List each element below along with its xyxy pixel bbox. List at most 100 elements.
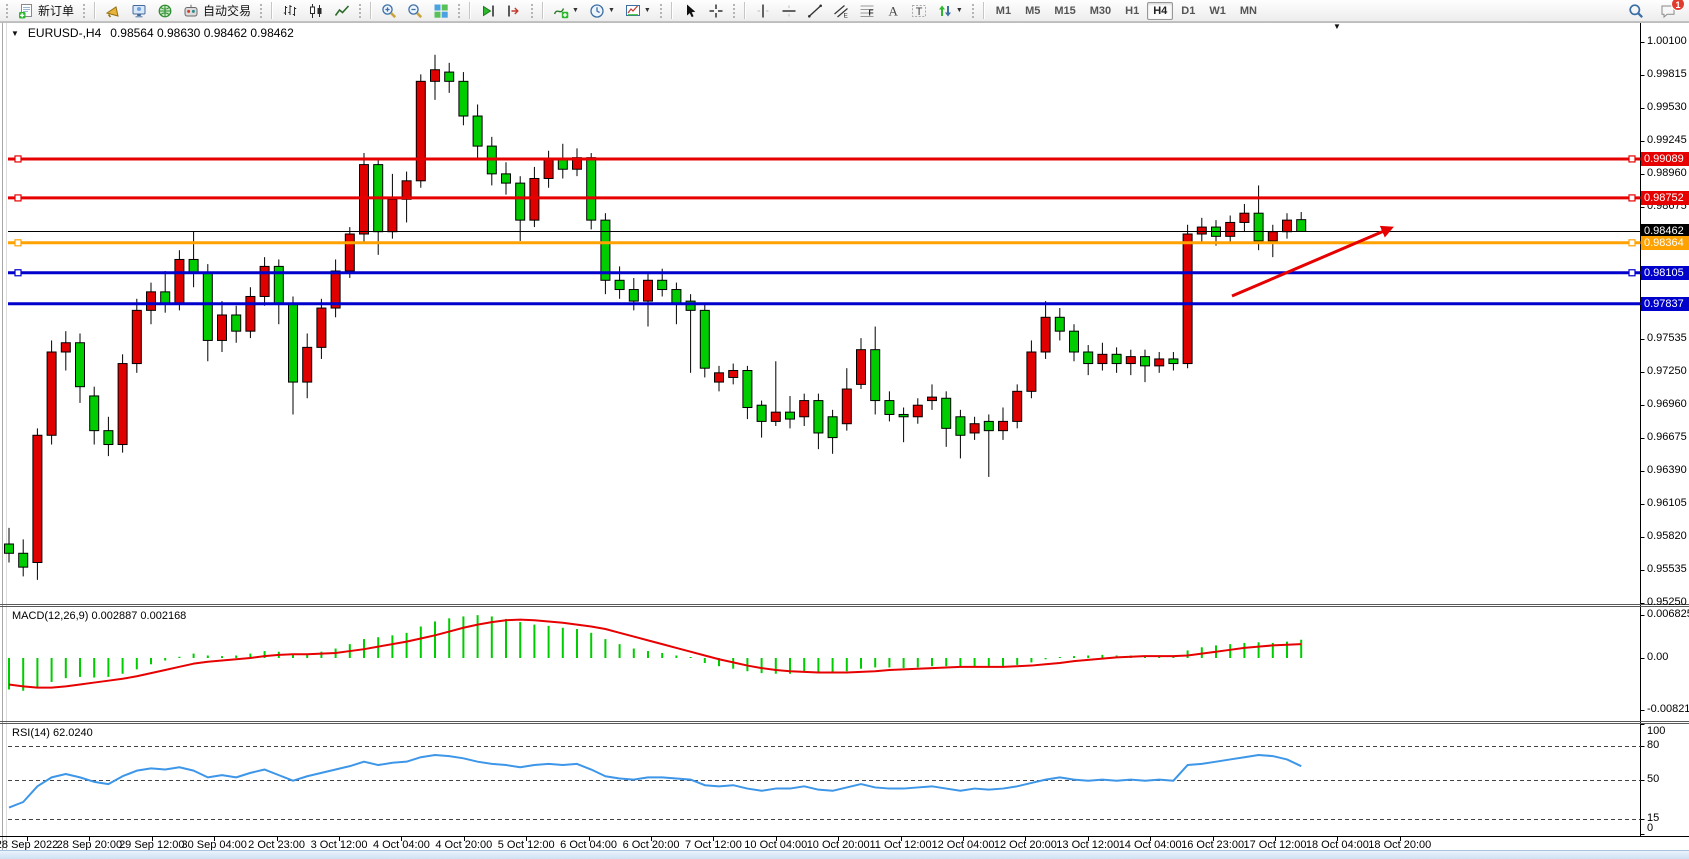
hline-0.99089[interactable] — [8, 156, 1641, 162]
price-tick-label: 0.96675 — [1647, 431, 1687, 443]
indicators-icon — [553, 3, 569, 19]
timeframe-m1-button[interactable]: M1 — [990, 2, 1017, 20]
price-tick-label: 0.98960 — [1647, 167, 1687, 179]
tile-windows-button[interactable] — [429, 0, 453, 22]
monitor-icon — [131, 3, 147, 19]
search-icon — [1628, 3, 1644, 19]
indicators-button[interactable]: ▼ — [549, 0, 583, 22]
line-anchor — [1629, 195, 1635, 201]
timeframe-d1-button[interactable]: D1 — [1175, 2, 1201, 20]
vline-icon — [755, 3, 771, 19]
price-tick-label: 0.96390 — [1647, 464, 1687, 476]
rsi-indicator-label: RSI(14) 62.0240 — [12, 727, 93, 739]
text-button[interactable]: A — [881, 0, 905, 22]
price-tick-label: 0.96105 — [1647, 497, 1687, 509]
macd-histogram — [9, 615, 1301, 691]
mt4-terminal: { "toolbar": { "groups": [ {"items": [{"… — [0, 0, 1689, 859]
timeframe-mn-button[interactable]: MN — [1234, 2, 1263, 20]
timeframe-w1-button[interactable]: W1 — [1203, 2, 1232, 20]
rsi-levels — [8, 747, 1641, 820]
status-bar — [0, 850, 1689, 859]
chart-frame — [0, 23, 1689, 851]
fibonacci-button[interactable]: F — [855, 0, 879, 22]
channel-button[interactable]: E — [829, 0, 853, 22]
new-order-button-label: 新订单 — [38, 2, 74, 19]
timeframe-h4-button[interactable]: H4 — [1147, 2, 1173, 20]
dropdown-arrow-icon[interactable]: ▼ — [572, 7, 579, 14]
toolbar: 新订单 自动交易 ▼ ▼ ▼ EFAT ▼ M1M5M15M30H1H4D1W1MN 1 — [0, 0, 1689, 22]
line-chart-button[interactable] — [330, 0, 354, 22]
cursor-button[interactable] — [678, 0, 702, 22]
horizontal-line-button[interactable] — [777, 0, 801, 22]
rsi-tick-label: 50 — [1647, 773, 1659, 785]
line-anchor — [15, 240, 21, 246]
price-tick-label: 0.99530 — [1647, 101, 1687, 113]
arrows-button[interactable]: ▼ — [933, 0, 967, 22]
rsi-tick-label: 0 — [1647, 822, 1653, 834]
candles-layer — [5, 55, 1306, 580]
chart-shift-button[interactable] — [502, 0, 526, 22]
price-badge-0.98752: 0.98752 — [1641, 191, 1689, 205]
zoom-in-button[interactable] — [377, 0, 401, 22]
zoom-in-icon — [381, 3, 397, 19]
rsi-line — [9, 755, 1301, 808]
cursor-icon — [682, 3, 698, 19]
hline-0.98364[interactable] — [8, 240, 1641, 246]
dropdown-arrow-icon[interactable]: ▼ — [608, 7, 615, 14]
new-order-button[interactable]: 新订单 — [14, 0, 78, 22]
notification-badge: 1 — [1671, 0, 1685, 11]
text-icon: A — [885, 3, 901, 19]
timeframe-m15-button[interactable]: M15 — [1048, 2, 1081, 20]
toolbar-grip — [5, 3, 10, 19]
panel-splitter[interactable] — [0, 605, 1689, 724]
zoom-out-button[interactable] — [403, 0, 427, 22]
symbol-dropdown-icon[interactable]: ▼ — [11, 29, 19, 38]
rsi-tick-label: 80 — [1647, 739, 1659, 751]
trendline-button[interactable] — [803, 0, 827, 22]
text-label-button[interactable]: T — [907, 0, 931, 22]
hline-0.98752[interactable] — [8, 195, 1641, 201]
macd-values: 0.002887 0.002168 — [91, 610, 186, 622]
price-tick-label: 0.99815 — [1647, 68, 1687, 80]
toolbar-separator — [94, 2, 96, 19]
rsi-value: 62.0240 — [53, 727, 93, 739]
hline-0.98105[interactable] — [8, 270, 1641, 276]
alerts-button[interactable] — [101, 0, 125, 22]
periods-button[interactable]: ▼ — [585, 0, 619, 22]
channel-icon: E — [833, 3, 849, 19]
toolbar-separator — [469, 2, 471, 19]
dropdown-arrow-icon[interactable]: ▼ — [956, 7, 963, 14]
price-tick-label: 0.97250 — [1647, 365, 1687, 377]
auto-scroll-button[interactable] — [476, 0, 500, 22]
macd-tick-label: -0.008212 — [1647, 703, 1689, 715]
price-badge-0.98364: 0.98364 — [1641, 236, 1689, 250]
price-tick-label: 0.95250 — [1647, 596, 1687, 608]
price-tick-label: 0.96960 — [1647, 398, 1687, 410]
toolbar-grip — [358, 3, 363, 19]
timeframe-m30-button[interactable]: M30 — [1084, 2, 1117, 20]
toolbar-separator — [744, 2, 746, 19]
shapes-icon — [937, 3, 953, 19]
signals-button[interactable] — [153, 0, 177, 22]
price-badge-0.98105: 0.98105 — [1641, 266, 1689, 280]
market-watch-button[interactable] — [127, 0, 151, 22]
bar-chart-button[interactable] — [278, 0, 302, 22]
toolbar-grip — [259, 3, 264, 19]
autotrade-button[interactable]: 自动交易 — [179, 0, 255, 22]
template-icon — [625, 3, 641, 19]
chart-shift-end-marker[interactable]: ▼ — [1333, 22, 1341, 31]
price-tick-label: 0.97535 — [1647, 332, 1687, 344]
vertical-line-button[interactable] — [751, 0, 775, 22]
toolbar-grip — [732, 3, 737, 19]
templates-button[interactable]: ▼ — [621, 0, 655, 22]
chart-canvas[interactable] — [0, 0, 1689, 859]
notifications-button[interactable]: 1 — [1656, 0, 1680, 22]
line-anchor — [15, 195, 21, 201]
search-button[interactable] — [1624, 0, 1648, 22]
crosshair-button[interactable] — [704, 0, 728, 22]
timeframe-h1-button[interactable]: H1 — [1119, 2, 1145, 20]
candle-chart-button[interactable] — [304, 0, 328, 22]
dropdown-arrow-icon[interactable]: ▼ — [644, 7, 651, 14]
hline-icon — [781, 3, 797, 19]
timeframe-m5-button[interactable]: M5 — [1019, 2, 1046, 20]
